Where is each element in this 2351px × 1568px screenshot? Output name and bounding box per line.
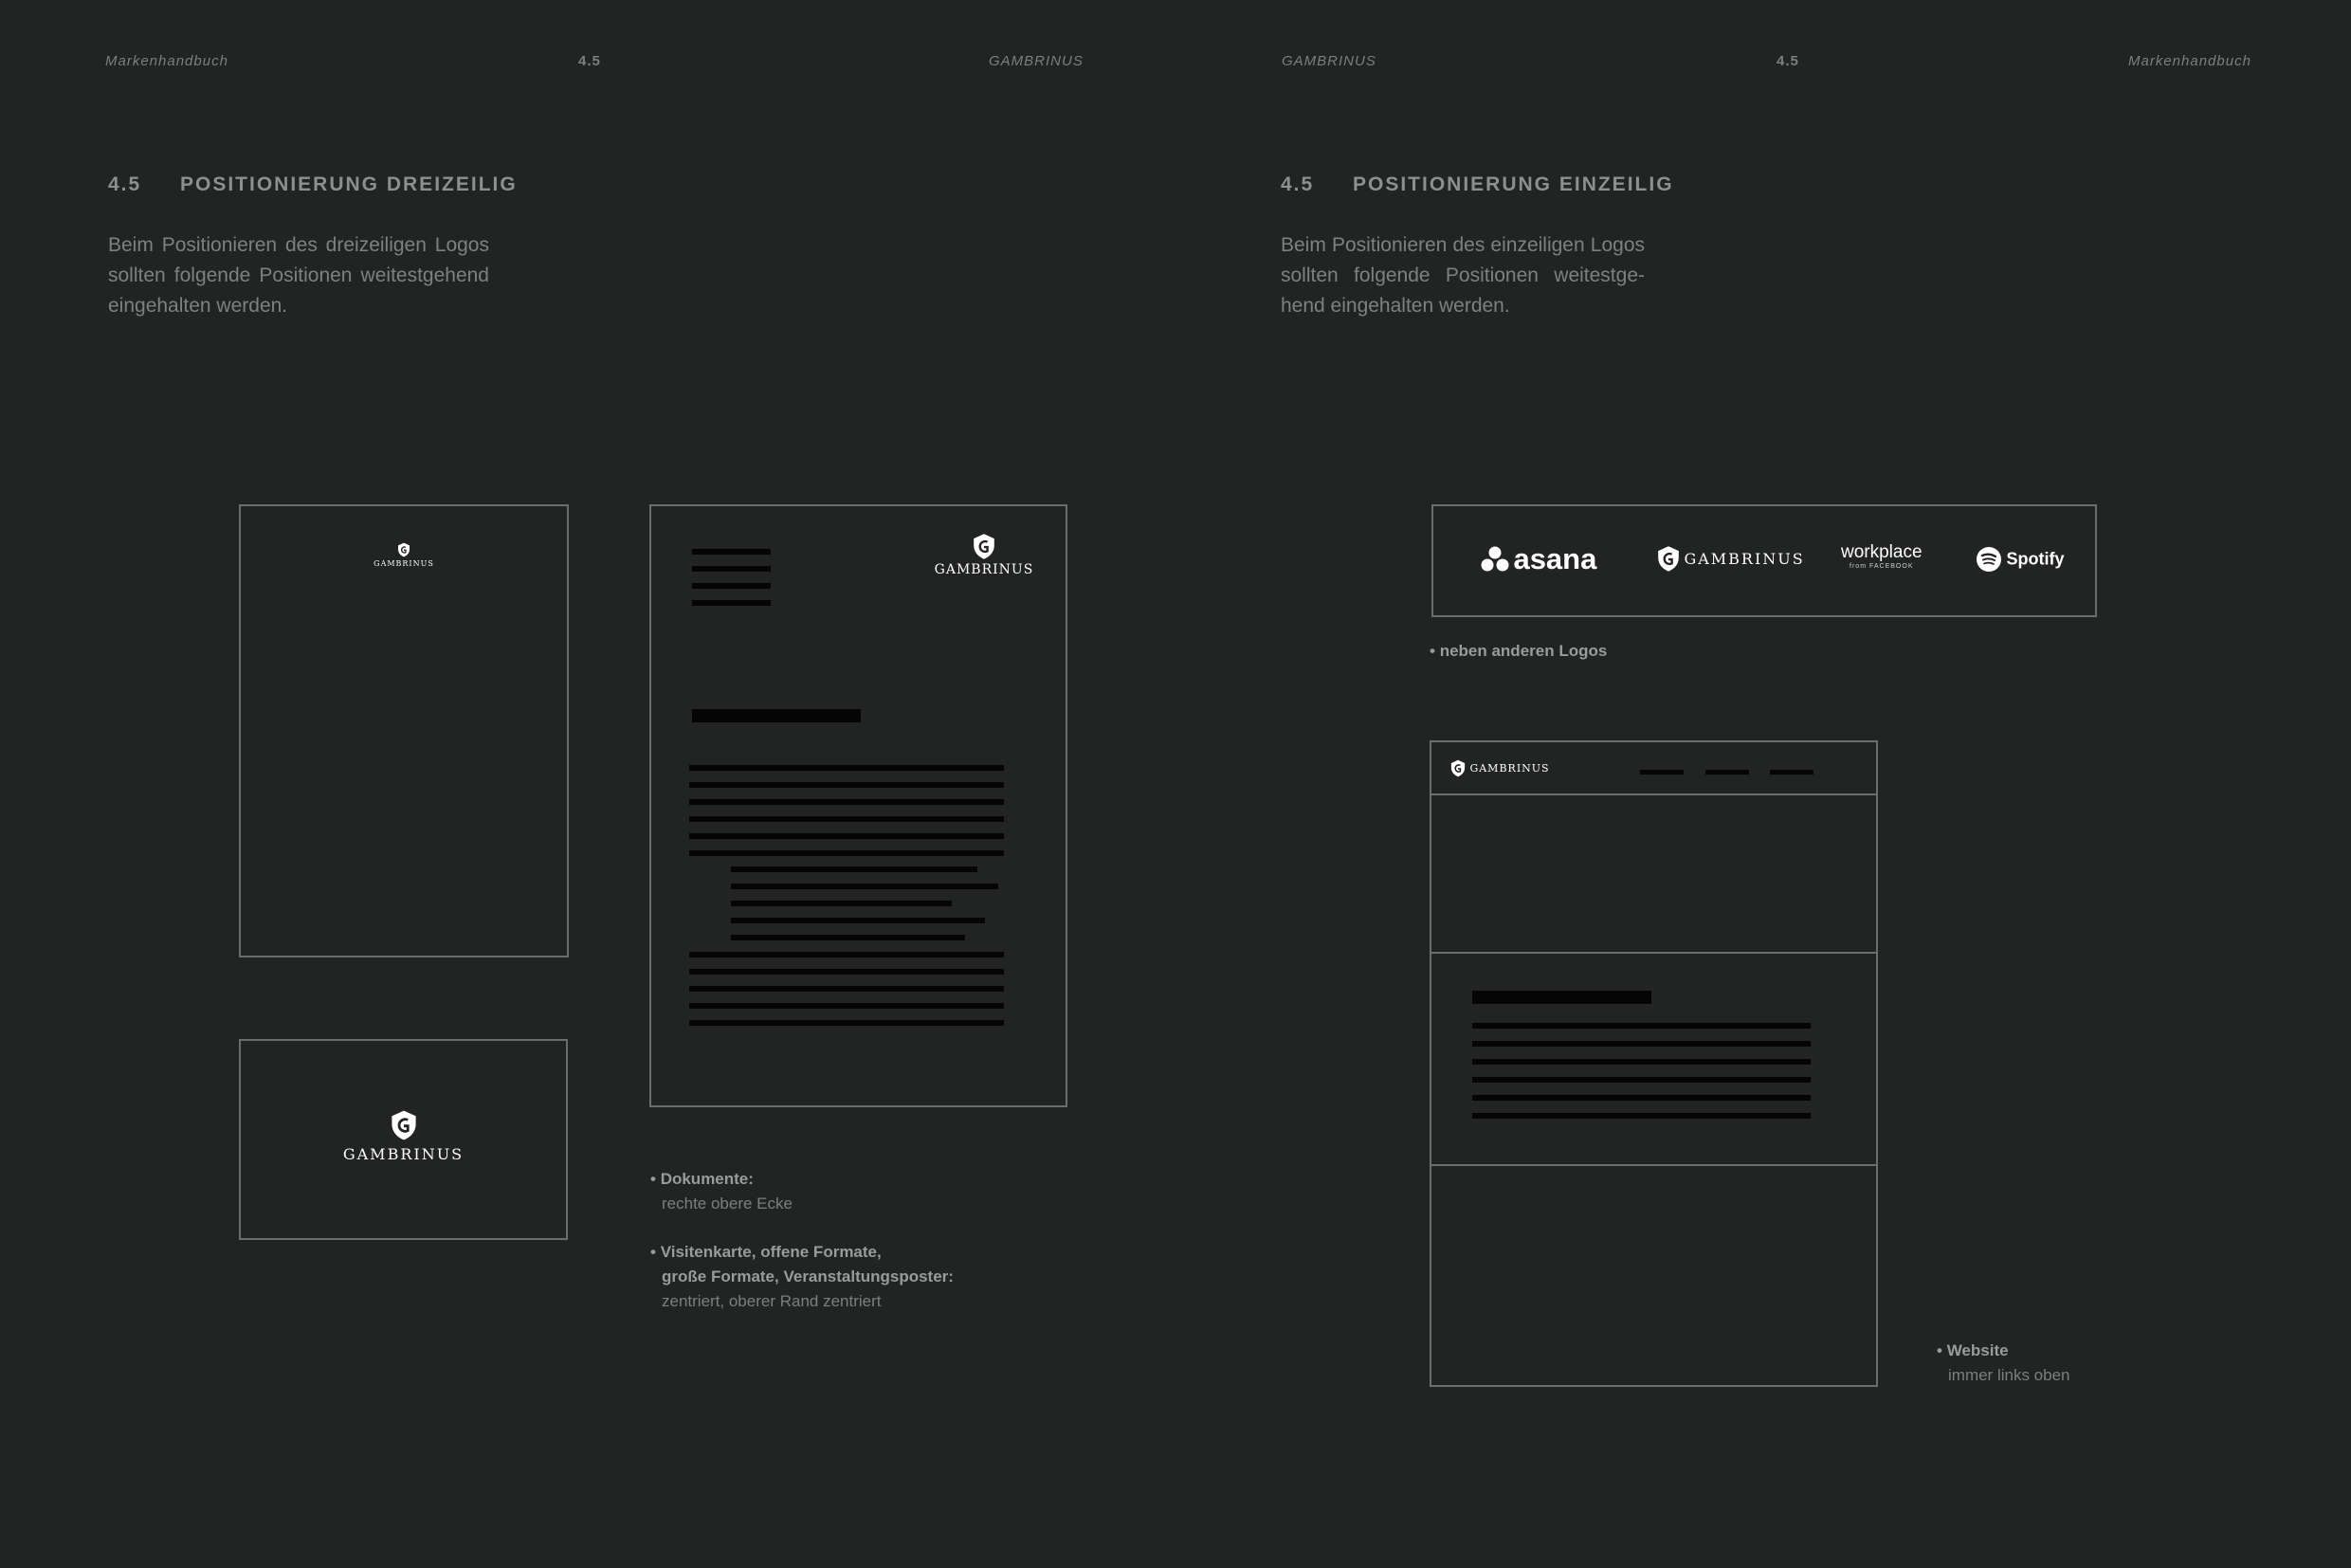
body-line [689,850,1004,856]
shield-icon [391,1110,416,1140]
nav-item [1640,770,1684,775]
letter-mockup: GAMBRINUS [649,504,1067,1107]
section-description-left: Beim Positionieren des dreizeiligen Logo… [108,234,489,317]
content-line [1472,1023,1811,1029]
indent-line [731,866,977,872]
section-heading-left: 4.5 POSITIONIERUNG DREIZEILIG [108,173,518,196]
section-title: POSITIONIERUNG EINZEILIG [1353,173,1674,195]
caption-other-logos-text: neben anderen Logos [1439,642,1608,660]
indent-line [731,884,998,889]
workplace-logo: workplace from FACEBOOK [1841,542,1923,570]
caption-documents-title: Dokumente: [660,1170,754,1188]
caption-formats-title-2: große Formate, Veranstaltungsposter: [662,1267,954,1285]
indent-line [731,918,985,923]
shield-icon [974,534,994,559]
spotify-icon [1977,547,2001,572]
poster-mockup: GAMBRINUS [239,504,569,957]
business-card-mockup: GAMBRINUS [239,1039,568,1240]
address-line [692,549,771,555]
content-line [1472,1113,1811,1119]
content-line [1472,1095,1811,1101]
caption-documents: • Dokumente: rechte obere Ecke [650,1167,793,1216]
logo-wordmark: GAMBRINUS [1684,550,1805,568]
caption-formats-title-1: Visitenkarte, offene Formate, [660,1243,882,1261]
caption-website-title: Website [1946,1341,2009,1359]
address-line [692,600,771,606]
header-handbook-right: Markenhandbuch [2128,53,2251,69]
spotify-logo: Spotify [1976,546,2064,573]
asana-logo: asana [1481,542,1596,576]
logo-wordmark: GAMBRINUS [934,562,1034,577]
nav-item [1770,770,1813,775]
body-line [689,1003,1004,1009]
header-section-right: 4.5 [1777,53,1799,69]
content-line [1472,1041,1811,1047]
address-line [692,583,771,589]
section-title: POSITIONIERUNG DREIZEILIG [180,173,518,195]
body-line [689,952,1004,957]
workplace-wordmark: workplace [1841,542,1923,562]
workplace-sub: from FACEBOOK [1850,563,1914,570]
body-line [689,833,1004,839]
section-description-right: Beim Positionieren des einzeiligen Logos… [1281,234,1645,317]
body-line [689,986,1004,992]
section-heading-right: 4.5 POSITIONIERUNG EINZEILIG [1281,173,1674,196]
body-line [689,799,1004,805]
logo-wordmark: GAMBRINUS [342,1145,465,1163]
caption-website: • Website immer links oben [1937,1339,2070,1388]
nav-item [1705,770,1749,775]
website-mockup: GAMBRINUS [1430,740,1878,1387]
indent-line [731,901,952,906]
website-logo: GAMBRINUS [1450,759,1550,777]
asana-wordmark: asana [1513,542,1597,575]
shield-icon [1450,759,1466,777]
content-line [1472,1059,1811,1065]
body-line [689,782,1004,788]
logo-wordmark: GAMBRINUS [374,559,434,568]
poster-logo: GAMBRINUS [241,542,567,568]
gambrinus-logo: GAMBRINUS [1657,545,1805,573]
caption-formats: • Visitenkarte, offene Formate, große Fo… [650,1240,954,1314]
caption-formats-text: zentriert, oberer Rand zentriert [662,1292,882,1310]
address-line [692,566,771,572]
header-handbook-left: Markenhandbuch [105,53,228,69]
footer-divider [1431,1164,1876,1166]
body-line [689,765,1004,771]
header-brand-left: GAMBRINUS [989,53,1084,69]
letter-logo: GAMBRINUS [932,533,1036,577]
header-section-left: 4.5 [578,53,601,69]
header-brand-right: GAMBRINUS [1282,53,1376,69]
caption-other-logos: • neben anderen Logos [1430,642,1608,660]
section-number: 4.5 [108,173,142,195]
body-line [689,816,1004,822]
shield-icon [398,542,410,557]
caption-documents-text: rechte obere Ecke [662,1194,793,1212]
partner-logo-strip: asana GAMBRINUS workplace from FACEBOOK … [1431,504,2097,617]
content-heading [1472,991,1651,1004]
shield-icon [1658,546,1679,572]
hero-divider [1431,952,1876,954]
indent-line [731,935,965,940]
subject-line [692,709,861,722]
body-line [689,969,1004,975]
header-divider [1431,793,1876,795]
card-logo: GAMBRINUS [241,1109,566,1163]
body-line [689,1020,1004,1026]
content-line [1472,1077,1811,1083]
logo-wordmark: GAMBRINUS [1469,762,1550,775]
spotify-wordmark: Spotify [2006,549,2065,569]
section-number: 4.5 [1281,173,1315,195]
caption-website-text: immer links oben [1948,1366,2070,1384]
asana-icon [1481,546,1509,572]
